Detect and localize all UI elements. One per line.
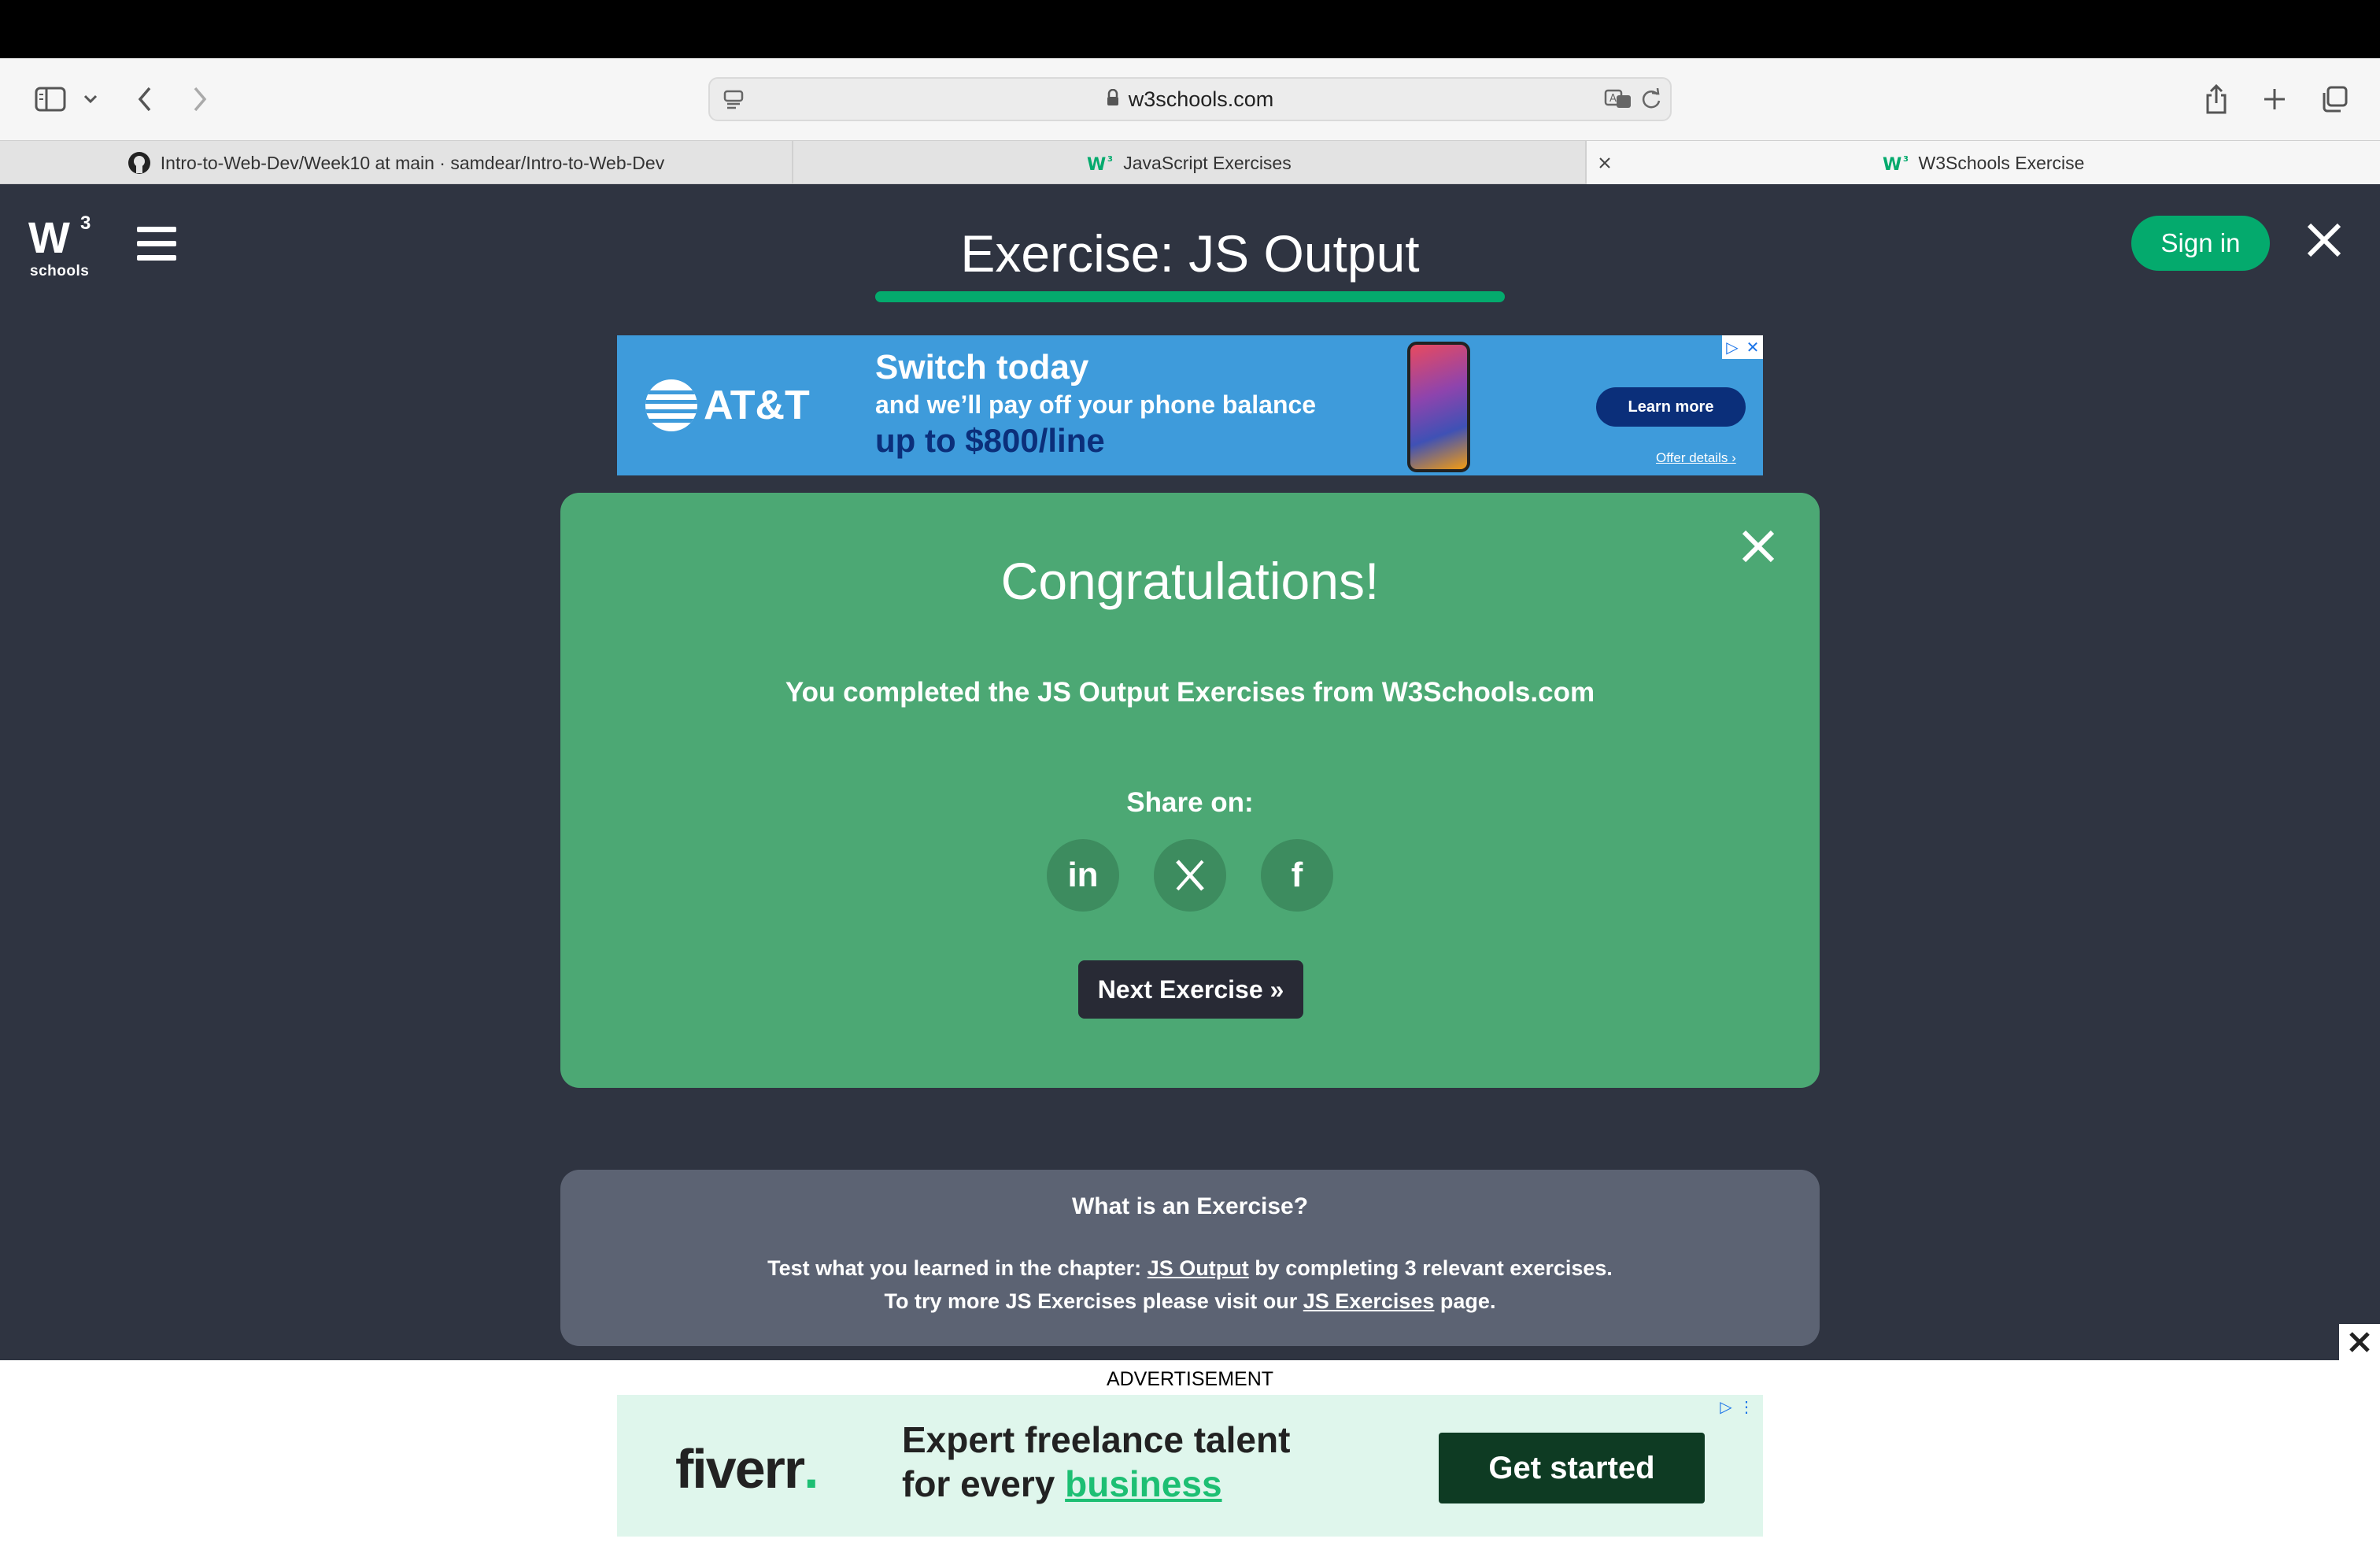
sidebar-toggle-icon[interactable]: [28, 77, 72, 121]
what-description: Test what you learned in the chapter: JS…: [560, 1256, 1820, 1281]
svg-text:W: W: [1883, 155, 1901, 172]
att-logo: AT&T: [645, 379, 810, 431]
get-started-button[interactable]: Get started: [1439, 1433, 1705, 1503]
adchoices-icon[interactable]: ▷ ✕: [1722, 335, 1763, 359]
js-exercises-link[interactable]: JS Exercises: [1303, 1289, 1435, 1313]
share-label: Share on:: [1126, 787, 1254, 818]
ad-subline: and we’ll pay off your phone balance: [875, 390, 1317, 419]
advertisement-banner[interactable]: AT&T Switch today and we’ll pay off your…: [617, 335, 1763, 475]
chevron-down-icon[interactable]: [79, 77, 102, 121]
what-text: by completing 3 relevant exercises.: [1248, 1256, 1613, 1280]
facebook-icon[interactable]: f: [1261, 839, 1333, 912]
tab-overview-icon[interactable]: [2319, 77, 2350, 121]
tab-w3schools-exercise[interactable]: W3 W3Schools Exercise: [1587, 141, 2380, 185]
svg-text:3: 3: [1107, 155, 1113, 164]
ad-headline: Switch today: [875, 348, 1089, 386]
url-text: w3schools.com: [710, 79, 1670, 120]
fiverr-ad[interactable]: fiverr. Expert freelance talent for ever…: [617, 1395, 1763, 1537]
os-menu-bar: [0, 0, 2380, 58]
linkedin-icon[interactable]: in: [1047, 839, 1119, 912]
svg-text:W: W: [1087, 155, 1106, 172]
ad-subline-highlight: business: [1065, 1463, 1222, 1504]
fiverr-logo: fiverr.: [675, 1437, 819, 1500]
share-buttons: in f: [1047, 839, 1333, 912]
back-icon[interactable]: [129, 77, 161, 121]
x-icon[interactable]: [1154, 839, 1226, 912]
congrats-title: Congratulations!: [1000, 552, 1380, 610]
svg-text:A: A: [1609, 93, 1617, 105]
what-text: page.: [1434, 1289, 1496, 1313]
ad-subline: for every business: [902, 1463, 1222, 1505]
ad-offer-line: up to $800/line: [875, 422, 1105, 459]
phone-image: [1407, 342, 1470, 472]
offer-details-link[interactable]: Offer details ›: [1656, 450, 1736, 466]
congratulations-card: Congratulations! You completed the JS Ou…: [560, 493, 1820, 1088]
tab-title: W3Schools Exercise: [1918, 152, 2085, 173]
share-icon[interactable]: [2201, 77, 2232, 121]
page: W 3 schools Exercise: JS Output Sign in …: [0, 184, 2380, 1362]
forward-icon[interactable]: [184, 77, 216, 121]
browser-toolbar: w3schools.com A: [0, 58, 2380, 140]
svg-text:3: 3: [1903, 155, 1909, 164]
what-text: To try more JS Exercises please visit ou…: [884, 1289, 1303, 1313]
lock-icon: [1107, 87, 1119, 112]
address-bar[interactable]: w3schools.com A: [708, 77, 1672, 121]
ad-brand: AT&T: [704, 383, 810, 428]
bottom-ad-area: ADVERTISEMENT fiverr. Expert freelance t…: [0, 1360, 2380, 1546]
tab-javascript-exercises[interactable]: W3 JavaScript Exercises: [793, 141, 1585, 185]
new-tab-icon[interactable]: [2259, 77, 2290, 121]
congrats-message: You completed the JS Output Exercises fr…: [785, 677, 1595, 708]
learn-more-button[interactable]: Learn more: [1596, 387, 1746, 427]
reload-icon[interactable]: [1635, 79, 1667, 120]
close-tab-icon[interactable]: [1593, 141, 1617, 185]
tab-title: Intro-to-Web-Dev/Week10 at main · samdea…: [160, 152, 665, 173]
page-title: Exercise: JS Output: [960, 224, 1420, 283]
what-more: To try more JS Exercises please visit ou…: [560, 1289, 1820, 1314]
next-exercise-button[interactable]: Next Exercise »: [1078, 960, 1303, 1019]
advertisement-label: ADVERTISEMENT: [1106, 1368, 1274, 1390]
exercise-progress-bar: [875, 291, 1505, 302]
fiverr-logo-dot: .: [804, 1438, 819, 1500]
sign-in-button[interactable]: Sign in: [2131, 216, 2270, 271]
adchoices-icon[interactable]: ▷ ⋮: [1716, 1395, 1757, 1418]
github-icon: [128, 151, 151, 175]
js-output-link[interactable]: JS Output: [1148, 1256, 1249, 1280]
fiverr-logo-text: fiverr: [675, 1438, 805, 1500]
close-ad-icon[interactable]: [2339, 1324, 2380, 1360]
what-title: What is an Exercise?: [1071, 1193, 1309, 1219]
tab-github[interactable]: Intro-to-Web-Dev/Week10 at main · samdea…: [0, 141, 792, 185]
att-globe-icon: [645, 379, 697, 431]
tab-bar: Intro-to-Web-Dev/Week10 at main · samdea…: [0, 140, 2380, 185]
translate-icon[interactable]: A: [1602, 79, 1634, 120]
tab-title: JavaScript Exercises: [1123, 152, 1292, 173]
url-label: w3schools.com: [1128, 87, 1274, 111]
what-text: Test what you learned in the chapter:: [767, 1256, 1148, 1280]
w3schools-icon: W3: [1087, 154, 1114, 172]
w3schools-icon: W3: [1883, 154, 1909, 172]
what-is-exercise-panel: What is an Exercise? Test what you learn…: [560, 1170, 1820, 1346]
ad-headline: Expert freelance talent: [902, 1419, 1291, 1460]
ad-subline-text: for every: [902, 1463, 1066, 1504]
close-icon[interactable]: [2304, 220, 2344, 260]
